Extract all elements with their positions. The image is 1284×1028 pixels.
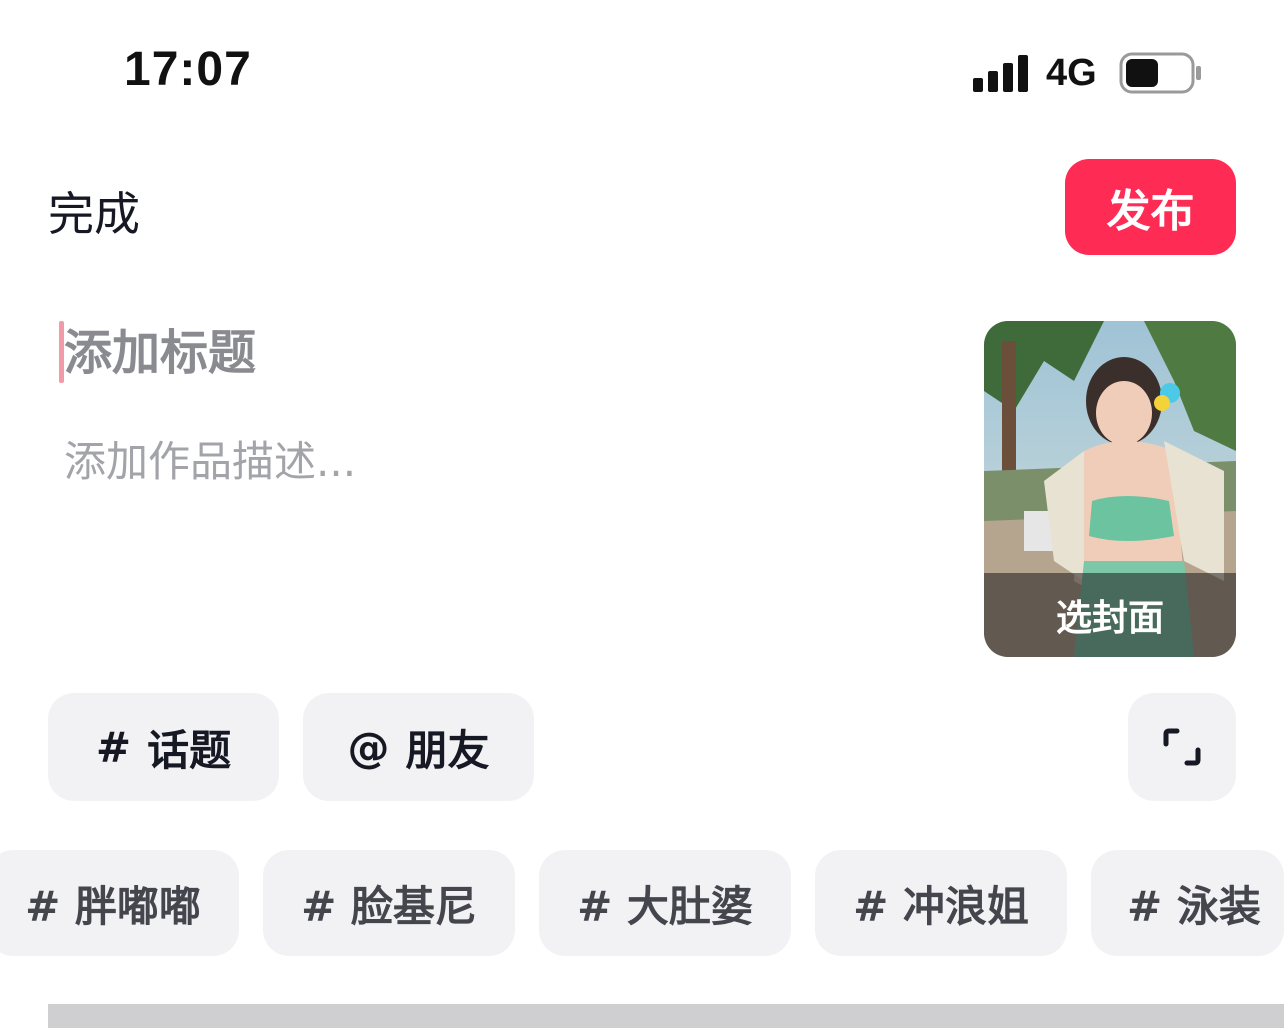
suggested-tag-3[interactable]: # 大肚婆 <box>539 850 791 956</box>
select-cover-label[interactable]: 选封面 <box>984 573 1236 657</box>
suggested-tag-2[interactable]: # 脸基尼 <box>263 850 515 956</box>
status-time: 17:07 <box>124 43 252 96</box>
topic-button[interactable]: # 话题 <box>48 693 279 801</box>
suggested-tag-4[interactable]: # 冲浪姐 <box>815 850 1067 956</box>
network-label: 4G <box>1046 52 1097 94</box>
bottom-divider <box>48 1004 1284 1028</box>
publish-button[interactable]: 发布 <box>1065 159 1236 255</box>
mention-friend-button[interactable]: @ 朋友 <box>303 693 534 801</box>
suggested-tag-1[interactable]: # 胖嘟嘟 <box>0 850 239 956</box>
signal-icon <box>973 55 1028 92</box>
description-input[interactable] <box>64 432 924 632</box>
cover-thumbnail[interactable]: 选封面 <box>984 321 1236 657</box>
at-icon: @ <box>347 722 390 772</box>
hashtag-icon: # <box>95 722 132 772</box>
topic-label: 话题 <box>147 725 232 775</box>
publish-page: 17:07 4G 完成 发布 添加标题 添加作品描述... 选封面 # 话题 @… <box>0 0 1284 1028</box>
done-button[interactable]: 完成 <box>48 178 140 244</box>
expand-button[interactable] <box>1128 693 1236 801</box>
title-input[interactable] <box>64 322 924 384</box>
battery-icon <box>1119 52 1201 94</box>
expand-icon <box>1163 728 1201 766</box>
suggested-tag-5[interactable]: # 泳装 <box>1091 850 1284 956</box>
friend-label: 朋友 <box>405 725 490 775</box>
